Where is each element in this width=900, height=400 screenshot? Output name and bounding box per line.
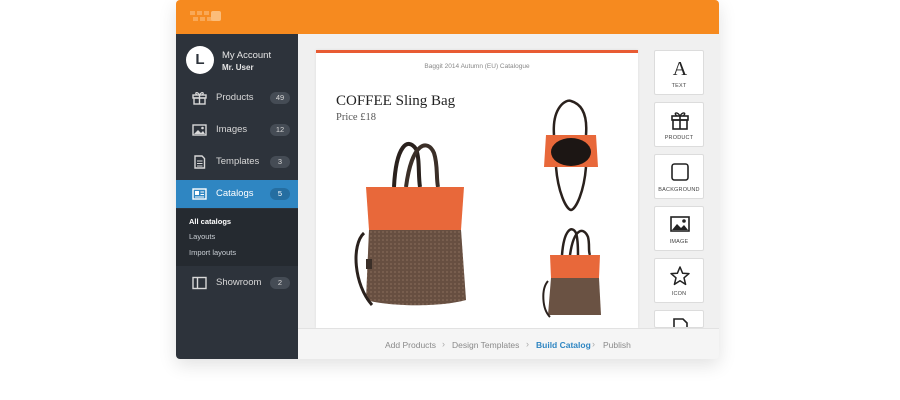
image-icon: [670, 216, 690, 232]
sidebar-item-label: Templates: [216, 156, 260, 167]
svg-text:A: A: [673, 58, 688, 79]
chevron-right-icon: ›: [526, 339, 529, 349]
main-panel: Baggit 2014 Autumn (EU) Catalogue COFFEE…: [298, 34, 719, 359]
sidebar-item-label: Images: [216, 124, 248, 135]
catalogs-submenu: All catalogs Layouts Import layouts: [176, 209, 298, 266]
sidebar-item-products[interactable]: Products 49: [176, 84, 298, 112]
logo-icon: [190, 11, 221, 21]
count-badge: 49: [270, 92, 290, 104]
gift-icon: [671, 112, 689, 130]
catalog-page-canvas[interactable]: Baggit 2014 Autumn (EU) Catalogue COFFEE…: [316, 50, 638, 328]
avatar: L: [186, 46, 214, 74]
crumb-add-products[interactable]: Add Products: [385, 340, 436, 350]
crumb-publish[interactable]: Publish: [603, 340, 631, 350]
text-icon: A: [673, 58, 688, 79]
account-user: Mr. User: [222, 63, 254, 72]
catalog-icon: [192, 188, 207, 200]
tool-label: PRODUCT: [664, 135, 694, 141]
sidebar-item-templates[interactable]: Templates 3: [176, 148, 298, 176]
page-icon: [673, 318, 688, 327]
chevron-right-icon: ›: [442, 339, 445, 349]
product-price[interactable]: Price £18: [336, 112, 376, 123]
sidebar-item-showroom[interactable]: Showroom 2: [176, 269, 298, 297]
count-badge: 3: [270, 156, 290, 168]
product-top-view-image[interactable]: [536, 97, 606, 212]
sidebar: L My Account Mr. User Products 49 Images…: [176, 34, 298, 359]
my-account[interactable]: L My Account Mr. User: [186, 44, 296, 76]
tool-page[interactable]: [654, 310, 704, 328]
tool-image[interactable]: IMAGE: [654, 206, 704, 251]
showroom-icon: [192, 276, 207, 290]
tool-background[interactable]: BACKGROUND: [654, 154, 704, 199]
star-icon: [670, 266, 690, 286]
sidebar-item-label: Catalogs: [216, 188, 254, 199]
gift-icon: [192, 92, 207, 105]
chevron-right-icon: ›: [592, 339, 595, 349]
app-window: L My Account Mr. User Products 49 Images…: [176, 0, 719, 359]
count-badge: 5: [270, 188, 290, 200]
product-side-view-image[interactable]: [538, 223, 610, 323]
submenu-layouts[interactable]: Layouts: [189, 232, 215, 241]
product-main-image[interactable]: [346, 135, 476, 315]
count-badge: 2: [270, 277, 290, 289]
account-title: My Account: [222, 50, 272, 61]
sidebar-item-catalogs[interactable]: Catalogs 5: [176, 180, 298, 208]
catalog-header: Baggit 2014 Autumn (EU) Catalogue: [424, 63, 530, 70]
tool-label: IMAGE: [669, 239, 689, 245]
top-bar: [176, 0, 719, 34]
count-badge: 12: [270, 124, 290, 136]
product-title[interactable]: COFFEE Sling Bag: [336, 93, 455, 110]
square-icon: [671, 163, 689, 181]
submenu-import-layouts[interactable]: Import layouts: [189, 248, 236, 257]
sidebar-item-label: Products: [216, 92, 254, 103]
sidebar-item-images[interactable]: Images 12: [176, 116, 298, 144]
image-icon: [192, 124, 207, 136]
crumb-build-catalog[interactable]: Build Catalog: [536, 340, 591, 350]
document-icon: [194, 155, 206, 169]
submenu-all-catalogs[interactable]: All catalogs: [189, 217, 231, 226]
tool-label: ICON: [671, 291, 687, 297]
tool-icon[interactable]: ICON: [654, 258, 704, 303]
workflow-breadcrumb: Add Products › Design Templates › Build …: [298, 328, 719, 359]
tool-label: BACKGROUND: [658, 187, 700, 193]
sidebar-item-label: Showroom: [216, 277, 262, 288]
tool-label: TEXT: [671, 83, 687, 89]
crumb-design-templates[interactable]: Design Templates: [452, 340, 519, 350]
tool-text[interactable]: A TEXT: [654, 50, 704, 95]
tool-product[interactable]: PRODUCT: [654, 102, 704, 147]
